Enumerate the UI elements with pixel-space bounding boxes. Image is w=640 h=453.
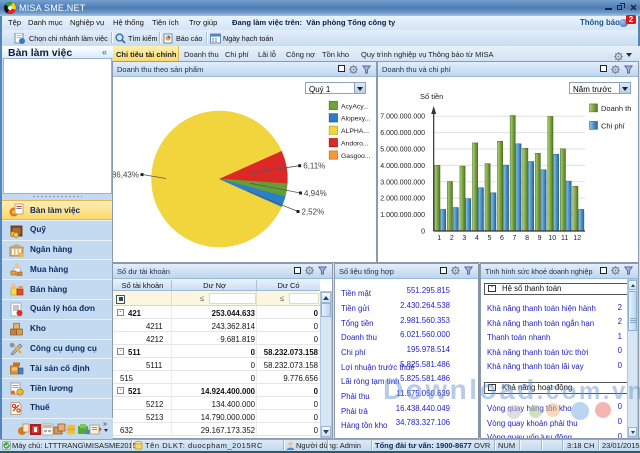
- svg-text:Andoro...: Andoro...: [341, 141, 369, 148]
- svg-text:Số tiền: Số tiền: [420, 92, 443, 101]
- svg-text:5.000.000.000: 5.000.000.000: [380, 147, 425, 154]
- svg-text:2: 2: [450, 235, 454, 242]
- svg-text:1.000.000.000: 1.000.000.000: [380, 212, 425, 219]
- svg-text:0: 0: [421, 229, 425, 236]
- svg-text:7: 7: [513, 235, 517, 242]
- svg-text:10: 10: [548, 235, 556, 242]
- svg-text:11: 11: [561, 235, 568, 242]
- svg-text:3: 3: [462, 235, 466, 242]
- svg-text:AcyAcy...: AcyAcy...: [341, 103, 369, 110]
- svg-text:Alopexy...: Alopexy...: [341, 116, 370, 123]
- svg-text:6: 6: [500, 235, 504, 242]
- svg-text:9: 9: [538, 235, 542, 242]
- svg-text:Gasgoo...: Gasgoo...: [341, 153, 371, 160]
- svg-text:8: 8: [525, 235, 529, 242]
- svg-text:86,43%: 86,43%: [113, 171, 139, 180]
- svg-text:6,11%: 6,11%: [303, 162, 325, 171]
- svg-text:4.000.000.000: 4.000.000.000: [380, 163, 425, 170]
- svg-text:Chi phí: Chi phí: [601, 122, 626, 131]
- svg-text:ALPHA...: ALPHA...: [341, 128, 369, 135]
- svg-text:5: 5: [487, 235, 491, 242]
- svg-text:7.000.000.000: 7.000.000.000: [380, 114, 425, 121]
- svg-text:3.000.000.000: 3.000.000.000: [380, 179, 425, 186]
- svg-text:1: 1: [437, 235, 441, 242]
- svg-text:4,94%: 4,94%: [304, 189, 327, 198]
- svg-text:2.000.000.000: 2.000.000.000: [380, 196, 425, 203]
- svg-text:2,52%: 2,52%: [302, 208, 325, 217]
- svg-text:6.000.000.000: 6.000.000.000: [380, 130, 425, 137]
- svg-text:Doanh th: Doanh th: [601, 104, 631, 113]
- svg-text:4: 4: [475, 235, 479, 242]
- svg-text:12: 12: [573, 235, 581, 242]
